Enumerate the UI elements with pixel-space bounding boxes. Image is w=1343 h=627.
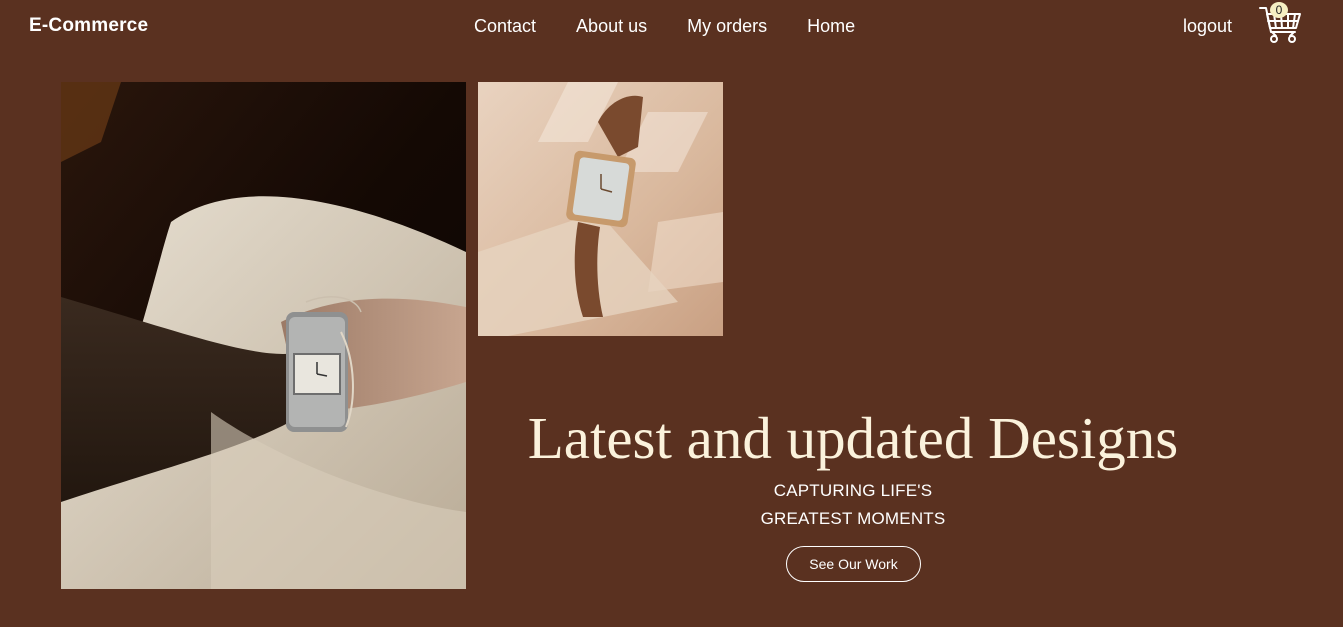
hero-subtitle-line2: GREATEST MOMENTS [760,509,946,528]
wristwatch-on-wrist-photo [61,82,466,589]
navbar: E-Commerce Contact About us My orders Ho… [0,0,1343,54]
nav-link-home[interactable]: Home [807,16,855,37]
logout-link[interactable]: logout [1183,16,1232,37]
cart-count-badge: 0 [1270,2,1288,18]
gold-square-watch-photo [478,82,723,336]
nav-link-contact[interactable]: Contact [474,16,536,37]
hero-title: Latest and updated Designs [527,405,1179,471]
nav-link-about-us[interactable]: About us [576,16,647,37]
nav-link-my-orders[interactable]: My orders [687,16,767,37]
see-our-work-button[interactable]: See Our Work [786,546,921,582]
brand-logo[interactable]: E-Commerce [29,15,148,37]
hero-subtitle-line1: CAPTURING LIFE'S [773,481,933,500]
cart-button[interactable]: 0 [1258,2,1304,48]
nav-links: Contact About us My orders Home [474,16,855,37]
